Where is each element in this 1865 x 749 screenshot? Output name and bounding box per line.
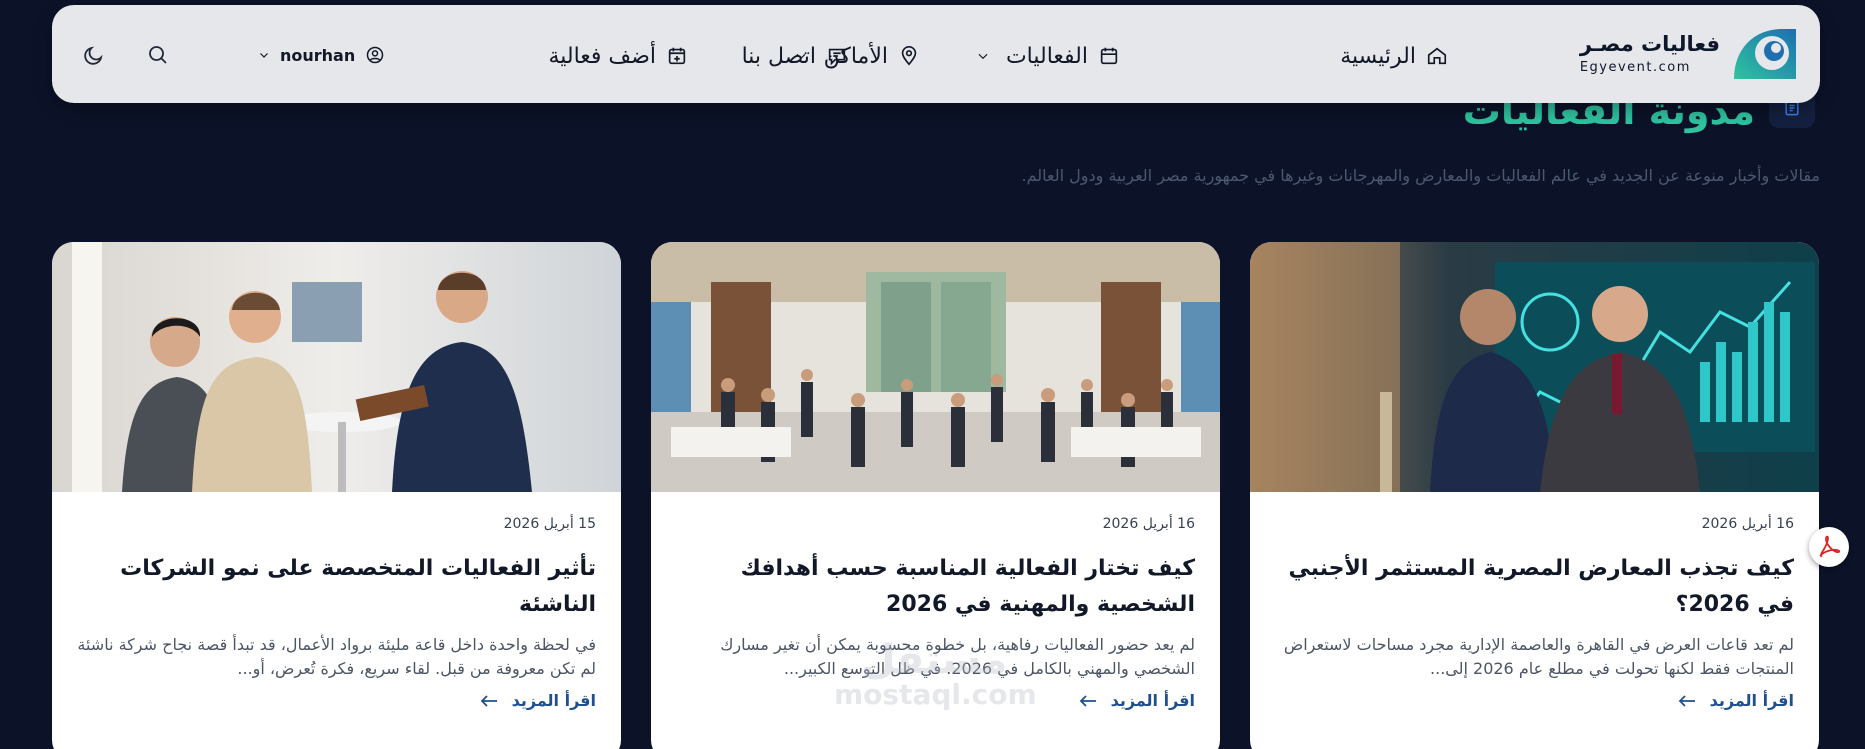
- nav-events[interactable]: الفعاليات: [976, 39, 1120, 73]
- card-excerpt: لم تعد قاعات العرض في القاهرة والعاصمة ا…: [1283, 635, 1794, 678]
- read-more-link[interactable]: اقرأ المزيد: [1275, 691, 1794, 710]
- card-body: 16 أبريل 2026 كيف تجذب المعارض المصرية ا…: [1275, 492, 1794, 710]
- nav-add-event[interactable]: أضف فعالية: [548, 39, 688, 73]
- card-date: 16 أبريل 2026: [1701, 516, 1794, 532]
- card-date: 16 أبريل 2026: [1102, 516, 1195, 532]
- card-title[interactable]: كيف تجذب المعارض المصرية المستثمر الأجنب…: [1275, 551, 1794, 623]
- watermark-arabic: مستقل: [860, 637, 1008, 683]
- brand-text: فعاليات مصـر Egyevent.com: [1579, 32, 1720, 75]
- card-date: 15 أبريل 2026: [503, 516, 596, 532]
- user-menu[interactable]: nourhan: [258, 45, 385, 65]
- business-handshake-image: [1250, 242, 1819, 492]
- brand-name: فعاليات مصـر: [1579, 32, 1720, 57]
- nav-home-label: الرئيسية: [1340, 43, 1416, 69]
- nav-contact[interactable]: اتصل بنا: [742, 39, 848, 73]
- watermark-latin: mostaql.com: [834, 678, 1037, 711]
- card-title[interactable]: تأثير الفعاليات المتخصصة على نمو الشركات…: [77, 551, 596, 623]
- nav-events-label: الفعاليات: [1005, 43, 1088, 69]
- nav-add-event-label: أضف فعالية: [548, 43, 656, 69]
- read-more-label: اقرأ المزيد: [1709, 691, 1794, 710]
- search-button[interactable]: [144, 41, 172, 69]
- user-icon: [367, 46, 384, 64]
- card-title[interactable]: كيف تختار الفعالية المناسبة حسب أهدافك ا…: [676, 551, 1195, 623]
- card-image[interactable]: [52, 242, 621, 492]
- search-icon: [149, 46, 167, 64]
- arrow-left-icon: [1678, 694, 1695, 707]
- read-more-label: اقرأ المزيد: [511, 691, 596, 710]
- card-image[interactable]: [1250, 242, 1819, 492]
- nav-home[interactable]: الرئيسية: [1340, 39, 1448, 73]
- card-excerpt: في لحظة واحدة داخل قاعة مليئة برواد الأع…: [77, 635, 596, 678]
- brand-logo-icon: [1734, 29, 1796, 79]
- read-more-link[interactable]: اقرأ المزيد: [77, 691, 596, 710]
- chevron-down-icon: [260, 53, 268, 58]
- theme-toggle-button[interactable]: [80, 41, 108, 69]
- arrow-left-icon: [1079, 694, 1096, 707]
- moon-icon: [84, 46, 103, 65]
- map-pin-icon: [901, 46, 917, 66]
- nav-contact-label: اتصل بنا: [741, 43, 816, 69]
- exhibition-hall-image: [651, 242, 1220, 492]
- business-meeting-image: [52, 242, 621, 492]
- pdf-download-button[interactable]: [1809, 527, 1849, 567]
- read-more-label: اقرأ المزيد: [1110, 691, 1195, 710]
- blog-card[interactable]: 16 أبريل 2026 كيف تجذب المعارض المصرية ا…: [1250, 242, 1819, 749]
- chevron-down-icon: [978, 53, 988, 60]
- card-body: 15 أبريل 2026 تأثير الفعاليات المتخصصة ع…: [77, 492, 596, 710]
- brand-logo[interactable]: فعاليات مصـر Egyevent.com: [1580, 23, 1800, 85]
- page-subtitle: مقالات وأخبار منوعة عن الجديد في عالم ال…: [1021, 166, 1820, 185]
- watermark: مستقل mostaql.com: [834, 637, 1037, 711]
- pdf-icon: [1819, 535, 1841, 557]
- blog-card[interactable]: 15 أبريل 2026 تأثير الفعاليات المتخصصة ع…: [52, 242, 621, 749]
- message-icon: [828, 48, 846, 66]
- top-navbar: فعاليات مصـر Egyevent.com الرئيسية الفعا…: [52, 5, 1820, 103]
- calendar-plus-icon: [668, 47, 686, 65]
- brand-url: Egyevent.com: [1579, 59, 1691, 75]
- arrow-left-icon: [480, 694, 497, 707]
- username: nourhan: [280, 45, 356, 65]
- card-image[interactable]: [651, 242, 1220, 492]
- home-icon: [1427, 47, 1447, 65]
- calendar-icon: [1100, 47, 1118, 65]
